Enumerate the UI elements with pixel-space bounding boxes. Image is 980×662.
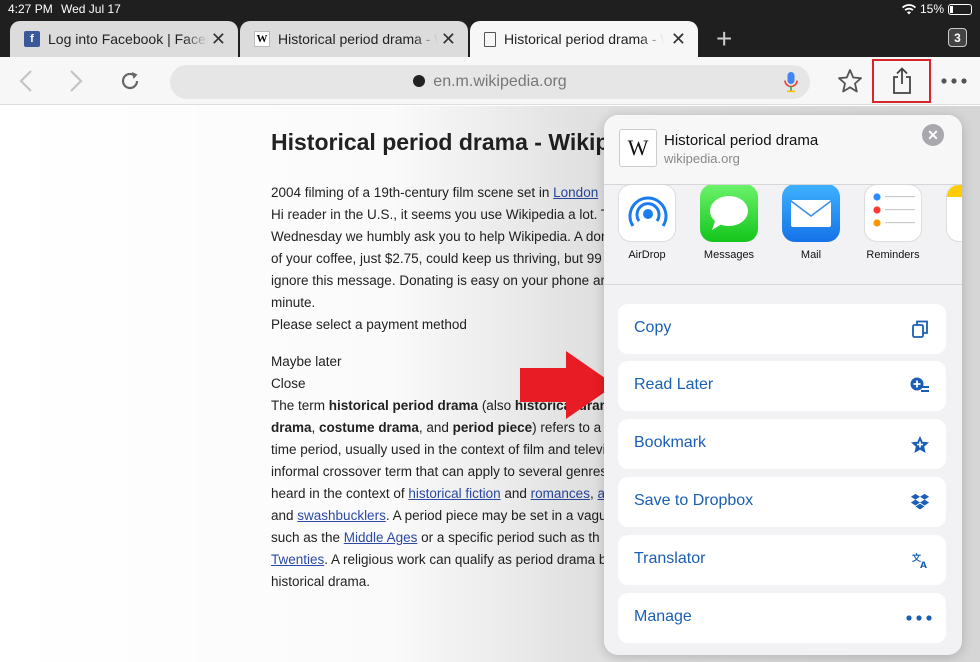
share-app-notes[interactable] xyxy=(940,185,962,242)
status-date: Wed Jul 17 xyxy=(61,2,121,16)
tab-strip: 4:27 PM Wed Jul 17 15% f Log into Facebo… xyxy=(0,0,980,57)
messages-icon xyxy=(700,185,758,242)
text-line: minute. xyxy=(271,295,316,310)
share-title: Historical period drama xyxy=(664,132,819,149)
close-tab-icon[interactable]: ✕ xyxy=(671,30,686,48)
more-icon xyxy=(906,608,932,628)
address-bar[interactable]: en.m.wikipedia.org xyxy=(170,65,810,99)
microphone-icon[interactable] xyxy=(784,71,798,93)
app-label: Reminders xyxy=(866,249,920,261)
app-label: Mail xyxy=(800,249,822,261)
back-icon[interactable] xyxy=(12,67,40,95)
share-sheet-header: W Historical period drama wikipedia.org … xyxy=(604,115,962,185)
copy-icon xyxy=(910,319,930,339)
share-app-airdrop[interactable]: AirDrop xyxy=(612,185,682,261)
body-line: historical drama. xyxy=(271,574,371,589)
action-bookmark[interactable]: Bookmark xyxy=(618,419,946,469)
payment-method-text: Please select a payment method xyxy=(271,317,467,332)
body-line: Twenties. A religious work can qualify a… xyxy=(271,552,607,567)
airdrop-icon xyxy=(618,185,676,242)
close-tab-icon[interactable]: ✕ xyxy=(211,30,226,48)
text-line: ignore this message. Donating is easy on… xyxy=(271,273,605,288)
tab-title: Log into Facebook | Facebook xyxy=(48,31,208,47)
action-save-to-dropbox[interactable]: Save to Dropbox xyxy=(618,477,946,527)
body-line: drama, costume drama, and period piece) … xyxy=(271,420,611,435)
mail-icon xyxy=(782,185,840,242)
link-swashbucklers[interactable]: swashbucklers xyxy=(297,508,386,523)
link-historical-fiction[interactable]: historical fiction xyxy=(408,486,500,501)
new-tab-plus-icon[interactable]: + xyxy=(716,25,732,53)
annotation-arrow-icon xyxy=(520,351,615,419)
action-label: Translator xyxy=(634,550,706,567)
tab-wikipedia-1[interactable]: W Historical period drama - Wikipedia ✕ xyxy=(240,21,468,57)
wikipedia-logo-icon: W xyxy=(619,129,657,167)
address-bar-text: en.m.wikipedia.org xyxy=(170,73,810,91)
status-right: 15% xyxy=(901,2,972,16)
wifi-icon xyxy=(901,3,916,15)
status-time: 4:27 PM xyxy=(8,2,53,16)
action-copy[interactable]: Copy xyxy=(618,304,946,354)
body-line: and swashbucklers. A period piece may be… xyxy=(271,508,607,523)
text-line: Hi reader in the U.S., it seems you use … xyxy=(271,207,610,222)
dropbox-icon xyxy=(910,492,930,512)
tab-wikipedia-active[interactable]: Historical period drama - Wikipedia ✕ xyxy=(470,21,698,57)
tab-title: Historical period drama - Wikipedia xyxy=(504,31,664,47)
share-app-messages[interactable]: Messages xyxy=(694,185,764,261)
battery-icon xyxy=(948,3,972,15)
link-romances[interactable]: romances xyxy=(531,486,590,501)
close-tab-icon[interactable]: ✕ xyxy=(441,30,456,48)
more-menu-icon[interactable] xyxy=(940,67,968,95)
battery-percent: 15% xyxy=(919,2,944,16)
action-label: Copy xyxy=(634,319,672,336)
link-london[interactable]: London xyxy=(553,185,598,200)
body-line: heard in the context of historical ficti… xyxy=(271,486,605,501)
action-label: Manage xyxy=(634,608,692,625)
wikipedia-icon: W xyxy=(254,31,270,47)
translate-icon: 文A xyxy=(910,550,930,570)
body-line: such as the Middle Ages or a specific pe… xyxy=(271,530,600,545)
share-subtitle: wikipedia.org xyxy=(664,151,740,166)
share-app-reminders[interactable]: Reminders xyxy=(858,185,928,261)
action-label: Read Later xyxy=(634,376,714,393)
notes-icon xyxy=(946,185,962,242)
link-middle-ages[interactable]: Middle Ages xyxy=(344,530,418,545)
caption-line: 2004 filming of a 19th-century film scen… xyxy=(271,185,599,200)
page-title: Historical period drama - Wikipedia xyxy=(271,129,656,155)
action-label: Bookmark xyxy=(634,434,707,451)
action-manage[interactable]: Manage xyxy=(618,593,946,643)
svg-text:A: A xyxy=(920,561,927,568)
bookmark-star-icon xyxy=(910,434,930,454)
body-line: time period, usually used in the context… xyxy=(271,442,606,457)
url-text: en.m.wikipedia.org xyxy=(433,73,567,90)
text-line: Wednesday we humbly ask you to help Wiki… xyxy=(271,229,609,244)
tab-title: Historical period drama - Wikipedia xyxy=(278,31,438,47)
share-button-highlight xyxy=(872,59,931,103)
action-translator[interactable]: Translator 文A xyxy=(618,535,946,585)
link-twenties[interactable]: Twenties xyxy=(271,552,324,567)
tab-count-button[interactable]: 3 xyxy=(948,28,967,47)
close-icon[interactable]: ✕ xyxy=(922,124,944,146)
reload-icon[interactable] xyxy=(116,67,144,95)
share-app-mail[interactable]: Mail xyxy=(776,185,846,261)
secure-icon xyxy=(413,75,426,87)
reminders-icon xyxy=(864,185,922,242)
body-line: informal crossover term that can apply t… xyxy=(271,464,608,479)
action-read-later[interactable]: Read Later xyxy=(618,361,946,411)
share-apps-row: AirDrop Messages Mail Reminders xyxy=(604,185,962,285)
share-sheet: W Historical period drama wikipedia.org … xyxy=(604,115,962,655)
browser-toolbar: en.m.wikipedia.org xyxy=(0,57,980,105)
forward-icon[interactable] xyxy=(62,67,90,95)
app-label: AirDrop xyxy=(628,249,666,261)
app-label: Messages xyxy=(703,249,755,261)
facebook-icon: f xyxy=(24,31,40,47)
tab-facebook[interactable]: f Log into Facebook | Facebook ✕ xyxy=(10,21,238,57)
text-line: of your coffee, just $2.75, could keep u… xyxy=(271,251,602,266)
read-later-icon xyxy=(910,376,930,396)
action-label: Save to Dropbox xyxy=(634,492,754,509)
status-bar: 4:27 PM Wed Jul 17 15% xyxy=(0,0,980,18)
bookmark-star-icon[interactable] xyxy=(836,67,864,95)
document-icon xyxy=(484,31,496,47)
